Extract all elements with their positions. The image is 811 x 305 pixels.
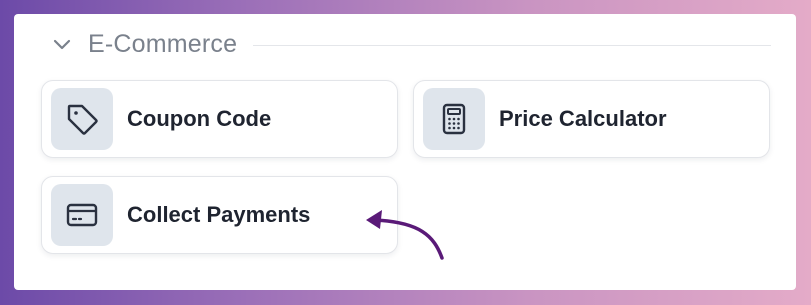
curved-arrow-icon <box>366 210 444 260</box>
tag-icon <box>67 104 98 135</box>
credit-card-icon <box>66 203 98 227</box>
section-title: E-Commerce <box>88 29 238 58</box>
price-calculator-icon-tile <box>423 88 485 150</box>
collect-payments-label: Collect Payments <box>127 202 311 227</box>
section-divider <box>253 44 771 46</box>
calculator-icon <box>442 103 466 135</box>
collect-payments-card[interactable]: Collect Payments <box>41 176 398 254</box>
price-calculator-label: Price Calculator <box>499 106 667 131</box>
coupon-code-card[interactable]: Coupon Code <box>41 80 398 158</box>
coupon-code-icon-tile <box>51 88 113 150</box>
price-calculator-card[interactable]: Price Calculator <box>413 80 770 158</box>
coupon-code-label: Coupon Code <box>127 106 272 131</box>
screenshot-frame: E-Commerce Coupon Code Price Calculator … <box>0 0 811 305</box>
chevron-down-icon[interactable] <box>50 32 74 56</box>
collect-payments-icon-tile <box>51 184 113 246</box>
section-header[interactable]: E-Commerce <box>50 28 771 60</box>
